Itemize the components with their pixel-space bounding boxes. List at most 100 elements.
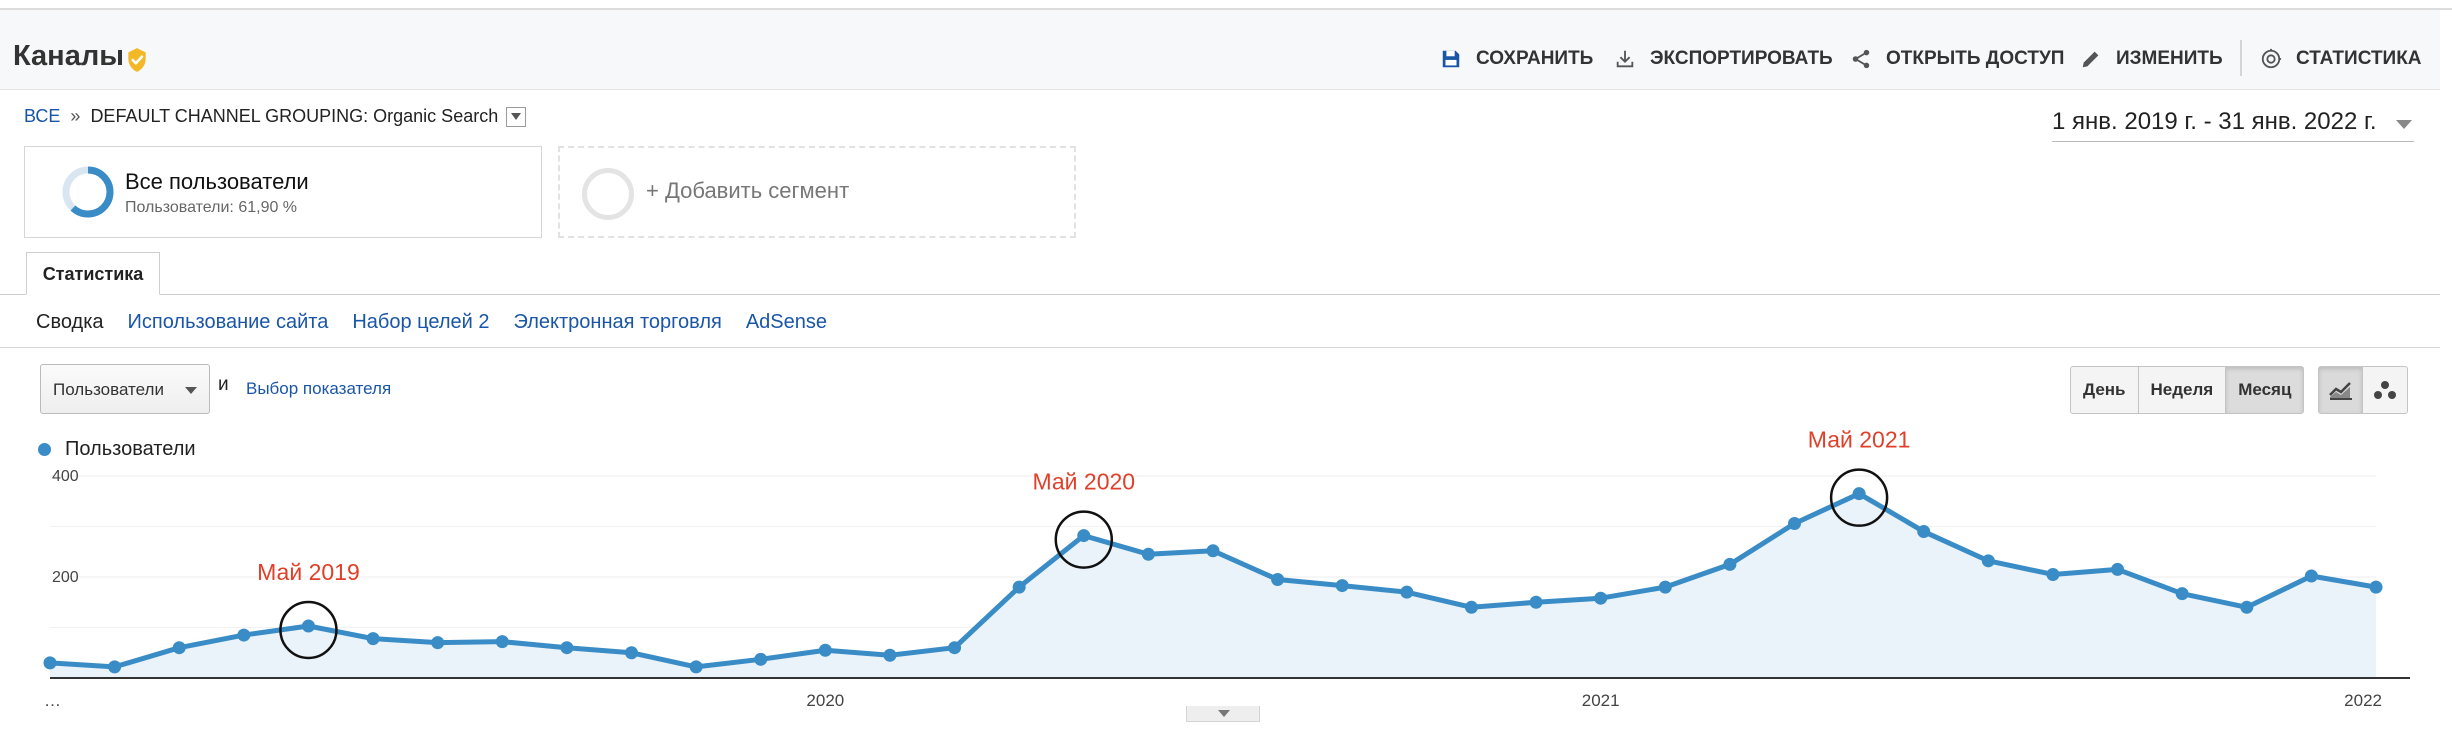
- annotation-label: Май 2019: [257, 559, 360, 585]
- data-point: [1917, 525, 1931, 539]
- page-title: Каналы: [13, 40, 125, 72]
- save-label: СОХРАНИТЬ: [1476, 48, 1594, 69]
- data-point: [1206, 544, 1220, 558]
- data-point: [1400, 585, 1414, 599]
- data-point: [1529, 595, 1543, 609]
- period-toggle-group: День Неделя Месяц: [2070, 366, 2305, 414]
- breadcrumb: ВСЕ » DEFAULT CHANNEL GROUPING: Organic …: [24, 106, 527, 127]
- report-header: [0, 10, 2440, 90]
- tabs-divider: [0, 294, 2440, 295]
- caret-down-icon: [511, 112, 522, 120]
- segment-subtitle: Пользователи: 61,90 %: [125, 199, 298, 216]
- insights-icon: [2261, 48, 2282, 69]
- data-point: [43, 656, 57, 670]
- export-label: ЭКСПОРТИРОВАТЬ: [1650, 48, 1833, 69]
- data-point: [172, 641, 186, 655]
- period-day-button[interactable]: День: [2071, 367, 2139, 413]
- data-point: [431, 636, 445, 650]
- chevron-down-icon: [2396, 120, 2412, 129]
- data-point: [754, 652, 768, 666]
- data-point: [366, 632, 380, 646]
- data-point: [625, 646, 638, 660]
- breadcrumb-current: DEFAULT CHANNEL GROUPING: Organic Search: [90, 106, 499, 126]
- data-point: [1271, 573, 1285, 587]
- period-month-button[interactable]: Месяц: [2226, 367, 2304, 413]
- x-tick-label: 2021: [1582, 691, 1620, 710]
- data-point: [1852, 487, 1866, 501]
- data-point: [1464, 600, 1478, 614]
- x-tick-label: 2022: [2344, 691, 2382, 710]
- edit-label: ИЗМЕНИТЬ: [2116, 48, 2223, 69]
- data-point: [883, 648, 897, 662]
- data-point: [2240, 600, 2254, 614]
- subnav-adsense[interactable]: AdSense: [746, 311, 827, 334]
- choose-metric-link[interactable]: Выбор показателя: [246, 379, 391, 399]
- and-label: и: [218, 374, 229, 395]
- data-point: [2369, 580, 2383, 594]
- line-chart-icon: [2328, 382, 2352, 400]
- segment-share-ring-icon: [62, 166, 114, 218]
- metric-select-value: Пользователи: [53, 380, 164, 399]
- subnav-site-usage[interactable]: Использование сайта: [128, 311, 329, 334]
- add-segment-ring-icon: [582, 168, 634, 220]
- data-point: [560, 641, 574, 655]
- users-area-chart: 200 400 … 2020 2021 2022 Май 2019 Май 2020 Май 2…: [43, 427, 2410, 710]
- data-point: [1335, 579, 1349, 593]
- share-button[interactable]: ОТКРЫТЬ ДОСТУП: [1850, 44, 2064, 74]
- breadcrumb-root-link[interactable]: ВСЕ: [24, 106, 60, 127]
- date-range-label: 1 янв. 2019 г. - 31 янв. 2022 г.: [2052, 108, 2377, 135]
- share-label: ОТКРЫТЬ ДОСТУП: [1886, 48, 2065, 69]
- data-point: [301, 619, 315, 633]
- y-tick-label: 200: [52, 569, 79, 586]
- breadcrumb-dropdown-button[interactable]: [506, 106, 527, 127]
- metric-select[interactable]: Пользователи: [40, 364, 210, 414]
- insights-label: СТАТИСТИКА: [2296, 48, 2422, 69]
- chart-expand-handle[interactable]: [1186, 706, 1260, 722]
- verified-badge-icon: [128, 48, 146, 72]
- data-point: [1723, 557, 1737, 571]
- insights-button[interactable]: СТАТИСТИКА: [2260, 44, 2422, 74]
- data-point: [1077, 529, 1091, 543]
- chevron-down-icon: [1218, 710, 1230, 717]
- pencil-icon: [2082, 51, 2099, 68]
- motion-chart-view-button[interactable]: [2363, 367, 2407, 413]
- line-chart-view-button[interactable]: [2319, 367, 2363, 413]
- edit-button[interactable]: ИЗМЕНИТЬ: [2080, 44, 2223, 74]
- period-week-button[interactable]: Неделя: [2139, 367, 2227, 413]
- data-point: [108, 660, 122, 674]
- breadcrumb-separator: »: [70, 106, 81, 126]
- report-subnav: Сводка Использование сайта Набор целей 2…: [36, 311, 851, 334]
- segment-all-users[interactable]: Все пользователи Пользователи: 61,90 %: [24, 146, 542, 238]
- chart-view-toggle-group: [2318, 366, 2408, 414]
- tab-statistics[interactable]: Статистика: [26, 252, 160, 295]
- add-segment-label: + Добавить сегмент: [646, 178, 850, 203]
- data-point: [2304, 569, 2318, 583]
- subnav-goal-set-2[interactable]: Набор целей 2: [352, 311, 489, 334]
- subnav-divider: [0, 347, 2440, 348]
- annotation-label: Май 2021: [1808, 427, 1911, 453]
- data-point: [948, 641, 962, 655]
- date-range-picker[interactable]: 1 янв. 2019 г. - 31 янв. 2022 г.: [2052, 108, 2414, 142]
- x-tick-label: …: [44, 691, 61, 710]
- save-button[interactable]: СОХРАНИТЬ: [1440, 44, 1593, 74]
- export-button[interactable]: ЭКСПОРТИРОВАТЬ: [1614, 44, 1833, 74]
- data-point: [1981, 554, 1995, 568]
- data-point: [495, 635, 509, 649]
- data-point: [237, 628, 251, 642]
- toolbar-separator: [2240, 40, 2242, 76]
- data-point: [2111, 562, 2125, 576]
- data-point: [2046, 567, 2060, 581]
- segment-title: Все пользователи: [125, 169, 309, 194]
- data-point: [1658, 580, 1672, 594]
- caret-down-icon: [185, 387, 197, 394]
- bubbles-icon: [2374, 381, 2396, 399]
- data-point: [2175, 587, 2189, 601]
- subnav-ecommerce[interactable]: Электронная торговля: [514, 311, 722, 334]
- data-point: [1141, 547, 1155, 561]
- floppy-disk-icon: [1442, 50, 1460, 68]
- data-point: [1012, 580, 1026, 594]
- add-segment-button[interactable]: + Добавить сегмент: [558, 146, 1076, 238]
- y-tick-label: 400: [52, 468, 79, 485]
- subnav-summary[interactable]: Сводка: [36, 311, 104, 334]
- x-tick-label: 2020: [806, 691, 844, 710]
